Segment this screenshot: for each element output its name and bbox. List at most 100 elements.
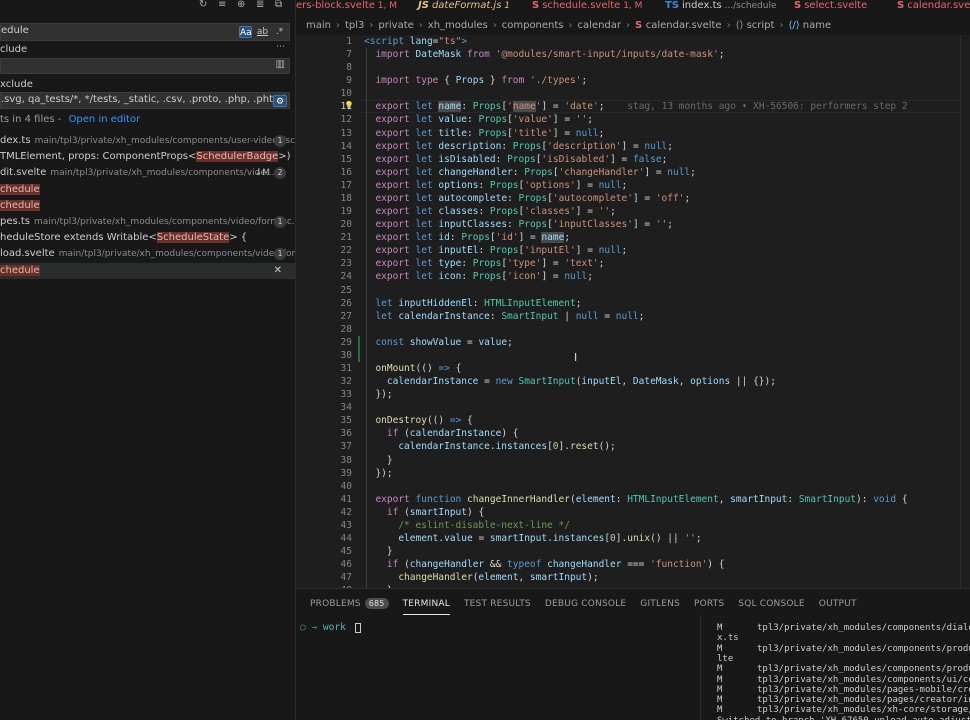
line-number: 23 <box>340 258 352 270</box>
editor-tab[interactable]: ers-block.svelte 1, M <box>296 0 397 13</box>
result-match-row[interactable]: chedule <box>0 182 295 198</box>
panel-tab-debug-console[interactable]: DEBUG CONSOLE <box>545 599 626 609</box>
code-line[interactable]: import DateMask from '@modules/smart-inp… <box>364 48 724 61</box>
result-file-row[interactable]: dit.svelte main/tpl3/private/xh_modules/c… <box>0 165 295 181</box>
code-line[interactable]: export let description: Props['descripti… <box>364 140 673 153</box>
code-line[interactable]: export let inputEl: Props['inputEl'] = n… <box>364 244 627 257</box>
code-line[interactable]: export let type: Props['type'] = 'text'; <box>364 257 604 270</box>
code-line[interactable]: export let classes: Props['classes'] = '… <box>364 205 615 218</box>
code-line[interactable]: } <box>364 454 393 467</box>
code-line[interactable]: <script lang="ts"> <box>364 35 467 48</box>
match-case-button[interactable]: Aa <box>239 26 252 38</box>
code-line[interactable]: if (calendarInstance) { <box>364 427 519 440</box>
editor-tab[interactable]: TS index.ts .../schedule <box>665 0 777 13</box>
code-line[interactable]: let inputHiddenEl: HTMLInputElement; <box>364 297 581 310</box>
result-file-row[interactable]: load.svelte main/tpl3/private/xh_modules/… <box>0 246 295 262</box>
match-suffix: > { <box>229 232 248 244</box>
breadcrumb-item[interactable]: components <box>502 20 564 31</box>
panel-tab-output[interactable]: OUTPUT <box>819 599 857 609</box>
breadcrumb-item[interactable]: main <box>306 20 331 31</box>
code-line[interactable]: export let changeHandler: Props['changeH… <box>364 166 695 179</box>
tab-meta: .../schedule <box>721 1 777 11</box>
code-line[interactable]: export let inputClasses: Props['inputCla… <box>364 218 673 231</box>
files-to-include-input[interactable] <box>0 58 290 74</box>
code-line[interactable]: import type { Props } from './types'; <box>364 74 587 87</box>
code-line[interactable]: changeHandler(element, smartInput); <box>364 571 598 584</box>
code-line[interactable]: calendarInstance = new SmartInput(inputE… <box>364 375 776 388</box>
code-line[interactable]: let calendarInstance: SmartInput | null … <box>364 310 644 323</box>
collapse-all-icon[interactable]: ⧉ <box>275 0 285 10</box>
variable-icon: ⟨/⟩ <box>788 20 803 31</box>
code-line[interactable]: if (changeHandler && typeof changeHandle… <box>364 558 725 571</box>
editor-tab[interactable]: Scalendar.svelte <box>897 0 970 13</box>
panel-tab-test-results[interactable]: TEST RESULTS <box>464 599 531 609</box>
code-line[interactable]: /* eslint-disable-next-line */ <box>364 519 570 532</box>
search-input[interactable]: edule Aa ab .* <box>0 23 290 41</box>
code-line[interactable]: onMount(() => { <box>364 362 461 375</box>
breadcrumb-item[interactable]: calendar <box>578 20 621 31</box>
code-line[interactable]: if (smartInput) { <box>364 506 484 519</box>
code-line[interactable]: export let isDisabled: Props['isDisabled… <box>364 153 667 166</box>
view-as-tree-icon[interactable]: ≣ <box>256 0 266 10</box>
indent-guide <box>366 48 367 588</box>
code-line[interactable]: export function changeInnerHandler(eleme… <box>364 493 907 506</box>
panel-tab-terminal[interactable]: TERMINAL <box>402 599 451 615</box>
code-line[interactable]: export let name: Props['name'] = 'date';… <box>364 100 908 113</box>
editor-tab[interactable]: Sselect.svelte <box>794 0 867 13</box>
breadcrumb-item[interactable]: script <box>747 20 775 31</box>
code-line[interactable]: const showValue = value; <box>364 336 512 349</box>
breadcrumb-item[interactable]: name <box>803 20 831 31</box>
panel-tab-sql-console[interactable]: SQL CONSOLE <box>738 599 804 609</box>
use-exclude-settings-button[interactable]: ⚙ <box>273 95 287 107</box>
result-match-row[interactable]: chedule ✕ <box>0 262 295 279</box>
code-line[interactable]: export let value: Props['value'] = ''; <box>364 113 593 126</box>
code-line[interactable]: }); <box>364 388 392 401</box>
result-match-row[interactable]: TMLElement, props: ComponentProps<Schedu… <box>0 149 295 165</box>
breadcrumb-item[interactable]: calendar.svelte <box>646 20 722 31</box>
result-match-row[interactable]: chedule <box>0 198 295 214</box>
editor-scrollbar[interactable] <box>960 35 970 588</box>
match-whole-word-button[interactable]: ab <box>256 26 269 38</box>
code-line[interactable]: calendarInstance.instances[0].reset(); <box>364 440 615 453</box>
more-icon[interactable]: ⋯ <box>276 42 285 52</box>
result-match-row[interactable]: heduleStore extends Writable<ScheduleSta… <box>0 230 295 246</box>
breadcrumb-item[interactable]: tpl3 <box>345 20 364 31</box>
code-line[interactable]: export let autocomplete: Props['autocomp… <box>364 192 690 205</box>
dismiss-icon[interactable]: ✕ <box>274 263 282 279</box>
editor-tab[interactable]: Sschedule.svelte 1, M <box>532 0 642 13</box>
code-line[interactable]: } <box>364 545 393 558</box>
refresh-icon[interactable]: ↻ <box>199 0 209 10</box>
panel-tab-problems[interactable]: PROBLEMS 685 <box>310 598 389 609</box>
result-file-row[interactable]: dex.ts main/tpl3/private/xh_modules/compo… <box>0 133 295 149</box>
terminal-output-line: lte <box>717 654 733 664</box>
code-line[interactable]: export let id: Props['id'] = name; <box>364 231 570 244</box>
git-status-path: tpl3/private/xh_modules/components/ui/co… <box>757 674 970 685</box>
panel-tab-gitlens[interactable]: GITLENS <box>640 599 680 609</box>
terminal-split-output[interactable]: Mtpl3/private/xh_modules/components/dial… <box>700 615 970 720</box>
code-line[interactable]: element.value = smartInput.instances[0].… <box>364 532 701 545</box>
git-status-code: M <box>717 643 723 654</box>
line-number: 22 <box>340 245 352 257</box>
result-file-row[interactable]: pes.ts main/tpl3/private/xh_modules/compo… <box>0 214 295 230</box>
line-number: 45 <box>340 546 352 558</box>
clear-results-icon[interactable]: ≡ <box>218 0 228 10</box>
panel-tab-label: PROBLEMS <box>310 599 361 609</box>
breadcrumb-item[interactable]: private <box>378 20 413 31</box>
code-line[interactable]: export let title: Props['title'] = null; <box>364 127 604 140</box>
breadcrumb-item[interactable]: xh_modules <box>428 20 488 31</box>
code-line[interactable]: export let options: Props['options'] = n… <box>364 179 627 192</box>
match-highlight: SchedulerBadge <box>196 151 279 163</box>
terminal-prompt[interactable]: ○ → work <box>300 622 361 633</box>
code-editor[interactable]: 1 <script lang="ts"> 7 import DateMask fro… <box>296 35 970 588</box>
book-icon[interactable]: ▥ <box>276 59 285 70</box>
files-to-exclude-input[interactable]: .svg, qa_tests/*, */tests, _static, .csv… <box>0 92 290 109</box>
open-in-editor-link[interactable]: Open in editor <box>69 114 141 125</box>
code-line[interactable]: export let icon: Props['icon'] = null; <box>364 270 593 283</box>
code-line[interactable]: }); <box>364 467 392 480</box>
use-regex-button[interactable]: .* <box>273 26 286 38</box>
editor-tab[interactable]: JS dateFormat.js 1 <box>418 0 510 13</box>
code-line[interactable]: onDestroy(() => { <box>364 414 472 427</box>
new-search-editor-icon[interactable]: ⊕ <box>237 0 247 10</box>
panel-tab-ports[interactable]: PORTS <box>694 599 724 609</box>
prompt-directory: work <box>322 622 346 633</box>
